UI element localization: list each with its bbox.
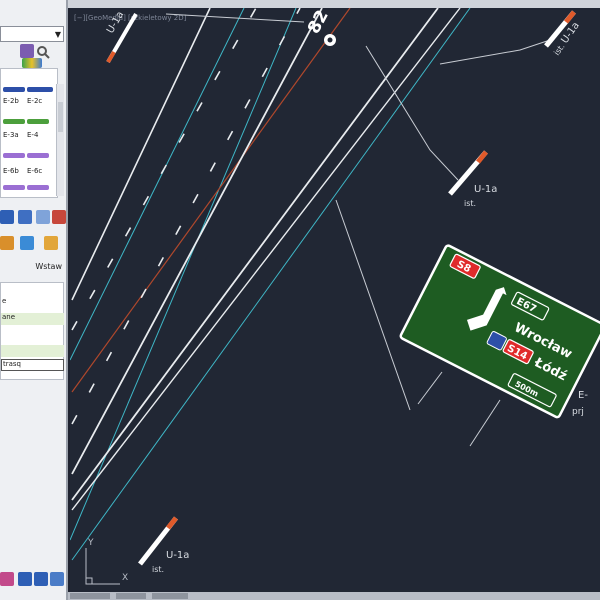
sign-thumbnail[interactable] [27,185,49,190]
gallery-label[interactable]: E-3a [3,131,19,139]
road-edge-line [70,8,297,541]
sign-thumbnail[interactable] [27,153,49,158]
chainage-point-center [327,37,333,43]
edit-layout-icon[interactable] [20,236,34,250]
palette-tool-icon[interactable] [0,572,14,586]
road-axis-line [71,8,351,393]
category-dropdown[interactable]: ▼ [0,26,64,42]
sign-note: ist. [152,565,164,574]
property-row[interactable]: ane [1,313,64,325]
sign-thumbnail[interactable] [3,87,25,92]
palette-bottom-toolbar [0,570,68,592]
sign-thumbnail[interactable] [27,87,53,92]
sign-palette-panel: ▼ E-2b E-2c E-3a E-4 E-6b E-6c Wstaw e a… [0,0,68,600]
palette-tool-icon[interactable] [18,572,32,586]
ucs-x-label: X [122,573,128,583]
sign-thumbnail[interactable] [3,153,25,158]
sign-post-line [417,371,443,405]
sign-thumbnail[interactable] [3,119,25,124]
top-toolbar-strip [68,0,600,8]
gallery-label[interactable]: E-6c [27,167,42,175]
properties-list: e ane trasq [0,282,64,380]
marker-post-u1a[interactable]: U-1a ist. [138,516,189,574]
lane-edge-line [71,8,461,511]
sign-thumbnail[interactable] [27,119,49,124]
gallery-label[interactable]: E-2b [3,97,19,105]
lane-dash-line [71,8,257,331]
marker-post-u1a[interactable]: U-1a ist. [448,150,497,208]
layout-tab[interactable] [116,593,146,599]
property-row[interactable]: e [1,297,64,309]
drawing-svg: [−][GeoMedia] [szkieletowy 2D] 82 U-1a i… [70,8,600,585]
layout-tab[interactable] [70,593,110,599]
road-edge-line [71,8,471,561]
leader-line [365,45,459,181]
sign-post-line [469,399,501,447]
add-object-icon[interactable] [18,210,32,224]
scrollbar-thumb[interactable] [58,102,63,132]
insert-object-icon[interactable] [36,210,50,224]
property-input[interactable]: trasq [1,359,64,371]
gallery-label[interactable]: E-6b [3,167,19,175]
lane-edge-line [71,8,323,475]
pen-icon[interactable] [20,44,34,58]
property-row[interactable] [1,345,64,357]
leader-line [165,13,305,23]
palette-tool-icon[interactable] [50,572,64,586]
direction-sign-board [399,244,600,419]
road-edge-line [70,8,245,361]
direction-sign[interactable]: S8 E67 Wrocław S14 Łódź 500m [399,244,600,419]
leader-line [335,199,411,411]
edit-tool-icon[interactable] [0,236,14,250]
chevron-down-icon: ▼ [54,30,61,39]
search-icon[interactable] [36,44,50,59]
leader-line [439,39,551,65]
ucs-icon: Y X [85,538,128,585]
sign-note: ist. [464,199,476,208]
settings-icon[interactable] [44,236,58,250]
drawing-canvas[interactable]: [−][GeoMedia] [szkieletowy 2D] 82 U-1a i… [70,8,600,592]
sign-code: U-1a [474,184,497,195]
sign-code[interactable]: E- [578,390,588,401]
layout-tab[interactable] [152,593,188,599]
palette-tool-icon[interactable] [34,572,48,586]
magnifier-glyph [37,46,50,59]
insert-button[interactable]: Wstaw [6,262,62,276]
layout-tabs-bar [68,592,600,600]
gallery-scrollbar[interactable] [56,84,64,196]
lane-edge-line [71,8,439,501]
sign-gallery: E-2b E-2c E-3a E-4 E-6b E-6c [0,68,58,198]
blue-tool-icon[interactable] [0,210,14,224]
delete-object-icon[interactable] [52,210,66,224]
sign-note[interactable]: prj [572,407,584,417]
gallery-label[interactable]: E-2c [27,97,42,105]
marker-post-u1a[interactable]: U-1a ist. [544,10,582,57]
sign-code: U-1a [166,550,189,561]
gallery-label[interactable]: E-4 [27,131,38,139]
sign-note: ist. [552,42,566,57]
property-row[interactable] [1,329,64,341]
color-set-icon[interactable] [22,58,42,68]
ucs-y-label: Y [87,538,94,548]
sign-thumbnail[interactable] [3,185,25,190]
